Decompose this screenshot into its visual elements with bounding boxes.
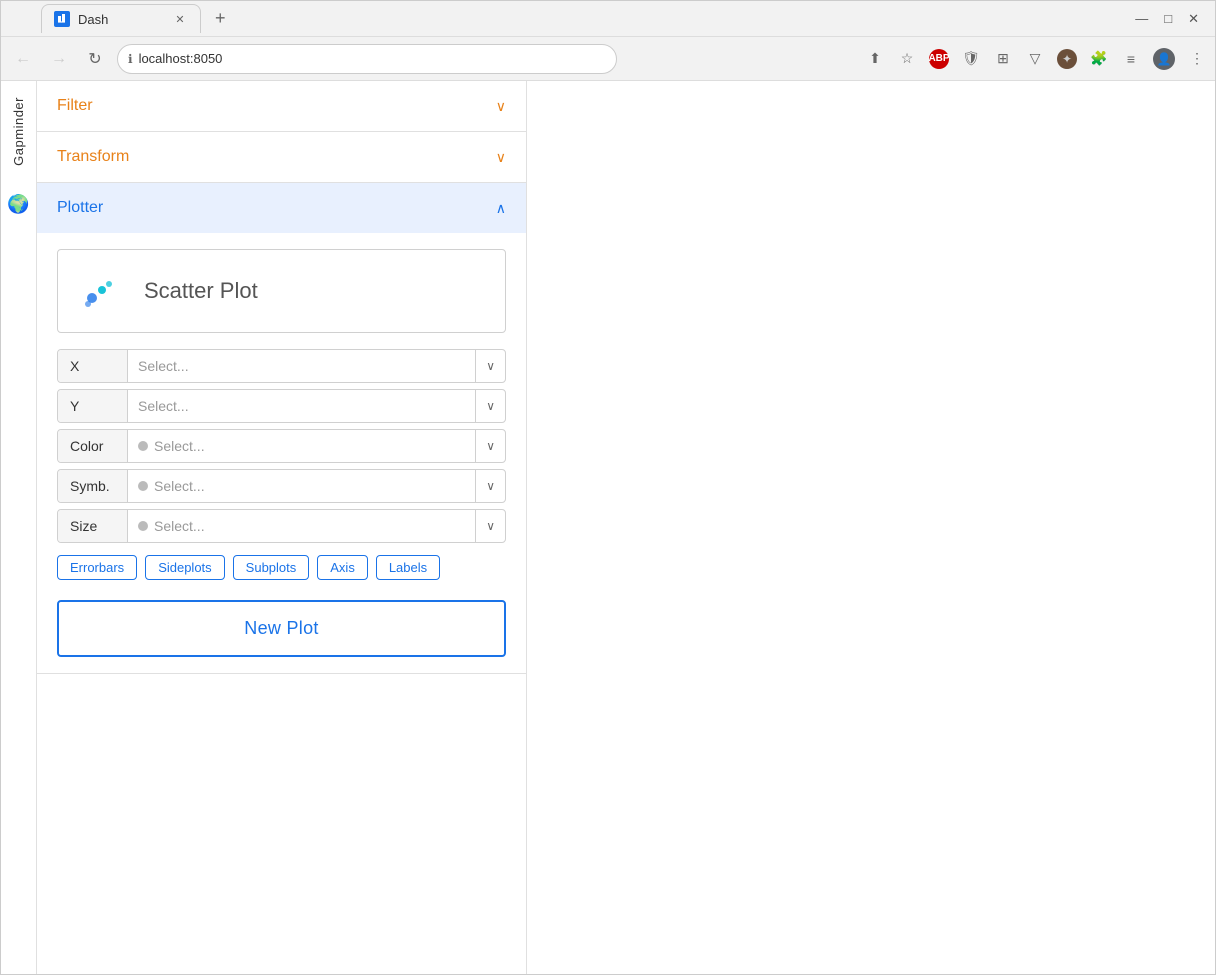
axis-option[interactable]: Axis (317, 555, 368, 580)
sidebar-label: Gapminder (7, 89, 30, 174)
x-dropdown-button[interactable]: ∨ (475, 350, 505, 382)
transform-header[interactable]: Transform ∨ (37, 132, 526, 182)
right-panel (527, 81, 1215, 974)
back-button[interactable]: ← (9, 45, 37, 73)
size-field-row: Size Select... ∨ (57, 509, 506, 543)
scatter-plot-icon (74, 266, 124, 316)
color-placeholder: Select... (154, 438, 205, 454)
maximize-button[interactable]: □ (1164, 11, 1172, 27)
minimize-button[interactable]: — (1135, 11, 1148, 27)
browser-tab[interactable]: Dash ✕ (41, 4, 201, 33)
tab-title: Dash (78, 12, 108, 27)
plotter-header[interactable]: Plotter ∧ (37, 183, 526, 233)
plotter-accordion: Plotter ∧ Scatter Plot (37, 183, 526, 674)
plotter-title: Plotter (57, 199, 103, 217)
plotter-chevron: ∧ (496, 200, 506, 217)
funnel-icon[interactable]: ▽ (1025, 49, 1045, 69)
x-field-select[interactable]: Select... (128, 350, 475, 382)
new-plot-button[interactable]: New Plot (57, 600, 506, 657)
filter-accordion: Filter ∨ (37, 81, 526, 132)
color-dropdown-button[interactable]: ∨ (475, 430, 505, 462)
symb-dropdown-button[interactable]: ∨ (475, 470, 505, 502)
symb-field-row: Symb. Select... ∨ (57, 469, 506, 503)
globe-icon[interactable]: 🌍 (7, 194, 29, 215)
y-field-label: Y (58, 390, 128, 422)
tab-manager-icon[interactable]: ≡ (1121, 49, 1141, 69)
symb-field-select[interactable]: Select... (128, 470, 475, 502)
windows-icon[interactable]: ⊞ (993, 49, 1013, 69)
window-controls: — □ ✕ (1127, 11, 1207, 27)
scatter-plot-card[interactable]: Scatter Plot (57, 249, 506, 333)
symb-dot-icon (138, 481, 148, 491)
transform-accordion: Transform ∨ (37, 132, 526, 183)
errorbars-option[interactable]: Errorbars (57, 555, 137, 580)
symb-placeholder: Select... (154, 478, 205, 494)
color-field-select[interactable]: Select... (128, 430, 475, 462)
page-content: Gapminder 🌍 Filter ∨ Transform ∨ (1, 81, 1215, 974)
profile-icon[interactable]: 👤 (1153, 48, 1175, 70)
size-field-label: Size (58, 510, 128, 542)
plotter-body: Scatter Plot X Select... ∨ (37, 233, 526, 673)
filter-header[interactable]: Filter ∨ (37, 81, 526, 131)
bookmark-icon[interactable]: ☆ (897, 49, 917, 69)
main-panel: Filter ∨ Transform ∨ Plotter ∧ (37, 81, 527, 974)
size-field-select[interactable]: Select... (128, 510, 475, 542)
puzzle-icon[interactable]: ✦ (1057, 49, 1077, 69)
color-field-row: Color Select... ∨ (57, 429, 506, 463)
x-field-row: X Select... ∨ (57, 349, 506, 383)
transform-chevron: ∨ (496, 149, 506, 166)
url-display: localhost:8050 (139, 51, 223, 66)
lock-icon: ℹ (128, 52, 133, 66)
transform-title: Transform (57, 148, 129, 166)
size-dropdown-button[interactable]: ∨ (475, 510, 505, 542)
tab-favicon (54, 11, 70, 27)
toolbar-icons: ⬆ ☆ ABP 🛡 ⊞ ▽ ✦ 🧩 ≡ 👤 ⋮ (865, 48, 1207, 70)
forward-button[interactable]: → (45, 45, 73, 73)
filter-title: Filter (57, 97, 93, 115)
sideplots-option[interactable]: Sideplots (145, 555, 224, 580)
size-dot-icon (138, 521, 148, 531)
scatter-plot-title: Scatter Plot (144, 278, 258, 304)
address-bar-row: ← → ↻ ℹ localhost:8050 ⬆ ☆ ABP 🛡 ⊞ ▽ ✦ 🧩… (1, 37, 1215, 81)
sidebar-tab: Gapminder 🌍 (1, 81, 37, 974)
subplots-option[interactable]: Subplots (233, 555, 310, 580)
y-dropdown-button[interactable]: ∨ (475, 390, 505, 422)
y-placeholder: Select... (138, 398, 189, 414)
color-field-label: Color (58, 430, 128, 462)
abp-icon[interactable]: ABP (929, 49, 949, 69)
extension-icon[interactable]: 🧩 (1089, 49, 1109, 69)
color-dot-icon (138, 441, 148, 451)
symb-field-label: Symb. (58, 470, 128, 502)
options-row: Errorbars Sideplots Subplots Axis Labels (57, 555, 506, 580)
refresh-button[interactable]: ↻ (81, 45, 109, 73)
size-placeholder: Select... (154, 518, 205, 534)
labels-option[interactable]: Labels (376, 555, 440, 580)
filter-chevron: ∨ (496, 98, 506, 115)
tab-close-button[interactable]: ✕ (172, 11, 188, 27)
x-placeholder: Select... (138, 358, 189, 374)
y-field-row: Y Select... ∨ (57, 389, 506, 423)
share-icon[interactable]: ⬆ (865, 49, 885, 69)
y-field-select[interactable]: Select... (128, 390, 475, 422)
title-bar: Dash ✕ + — □ ✕ (1, 1, 1215, 37)
browser-window: Dash ✕ + — □ ✕ ← → ↻ ℹ localhost:8050 ⬆ … (0, 0, 1216, 975)
address-bar[interactable]: ℹ localhost:8050 (117, 44, 617, 74)
menu-icon[interactable]: ⋮ (1187, 49, 1207, 69)
shield-icon[interactable]: 🛡 (961, 49, 981, 69)
close-button[interactable]: ✕ (1188, 11, 1199, 27)
new-tab-button[interactable]: + (205, 2, 236, 35)
x-field-label: X (58, 350, 128, 382)
